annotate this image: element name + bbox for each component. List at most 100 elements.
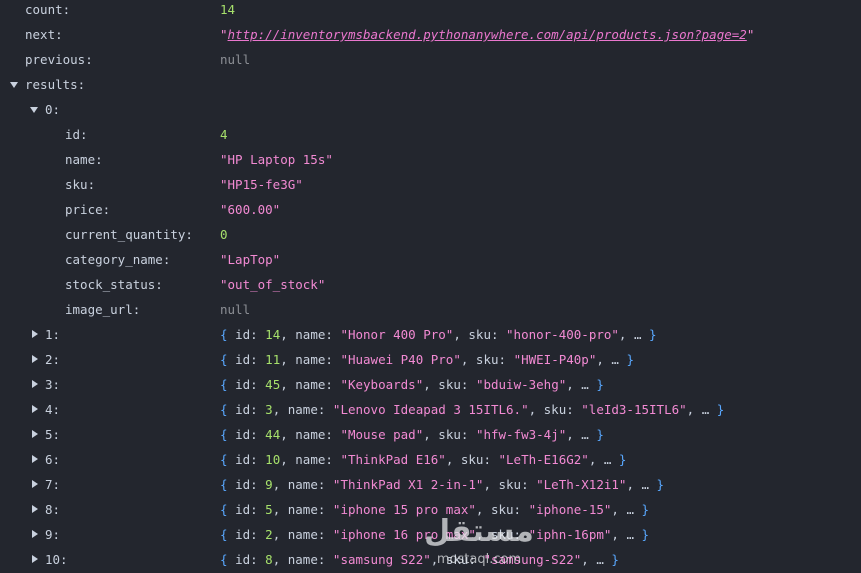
json-field-row: category_name: "LapTop" [0,247,861,272]
preview-token: "LeTh-X12i1" [536,477,627,492]
json-field-row: name: "HP Laptop 15s" [0,147,861,172]
expand-arrow-icon[interactable] [32,480,38,488]
expand-arrow-icon[interactable] [32,455,38,463]
preview-token: 8 [265,552,273,567]
preview-token: { [220,377,236,392]
json-preview: { id: 8, name: "samsung S22", sku: "sams… [220,547,619,572]
json-key: category_name: [65,252,171,267]
json-field-row: sku: "HP15-fe3G" [0,172,861,197]
preview-token: 9 [265,477,273,492]
preview-token: , name: [280,327,341,342]
json-row-collapsed-item[interactable]: 9: { id: 2, name: "iphone 16 pro max", sk… [0,522,861,547]
preview-token: "Lenovo Ideapad 3 15ITL6." [332,402,529,417]
json-row-previous: previous: null [0,47,861,72]
preview-token: "ThinkPad X1 2-in-1" [332,477,484,492]
preview-token: id: [235,352,266,367]
preview-token: { [220,352,236,367]
preview-token: "iphone 15 pro max" [332,502,476,517]
preview-token: } [596,427,604,442]
preview-token: , name: [280,427,341,442]
json-row-results[interactable]: results: [0,72,861,97]
expand-arrow-icon[interactable] [32,530,38,538]
json-key: count: [25,2,71,17]
preview-token: id: [235,552,266,567]
preview-token: "samsung-S22" [483,552,582,567]
json-field-row: price: "600.00" [0,197,861,222]
preview-token: "honor-400-pro" [506,327,619,342]
preview-token: { [220,402,236,417]
preview-token: , sku: [460,352,514,367]
expand-arrow-icon[interactable] [32,430,38,438]
expand-arrow-icon[interactable] [32,330,38,338]
json-key: stock_status: [65,277,163,292]
preview-token: , sku: [528,402,582,417]
preview-token: , sku: [475,527,529,542]
json-value: "600.00" [220,202,281,217]
json-preview: { id: 2, name: "iphone 16 pro max", sku:… [220,522,649,547]
preview-token: , sku: [483,477,537,492]
preview-token: "samsung S22" [332,552,431,567]
json-key: 6: [45,452,61,467]
preview-token: id: [235,527,266,542]
preview-token: 3 [265,402,273,417]
json-row-collapsed-item[interactable]: 5: { id: 44, name: "Mouse pad", sku: "hfw… [0,422,861,447]
preview-token: "iphone-15" [528,502,612,517]
preview-token: "LeTh-E16G2" [498,452,589,467]
json-key: 7: [45,477,61,492]
preview-token: , … [566,377,597,392]
json-key: 2: [45,352,61,367]
preview-token: 14 [265,327,281,342]
json-key: results: [25,77,86,92]
json-field-row: image_url: null [0,297,861,322]
json-row-collapsed-item[interactable]: 6: { id: 10, name: "ThinkPad E16", sku: "… [0,447,861,472]
expand-arrow-icon[interactable] [32,555,38,563]
json-key: 1: [45,327,61,342]
json-row-collapsed-item[interactable]: 1: { id: 14, name: "Honor 400 Pro", sku: … [0,322,861,347]
expand-arrow-icon[interactable] [32,405,38,413]
preview-token: } [641,527,650,542]
preview-token: "HWEI-P40p" [513,352,597,367]
json-row-collapsed-item[interactable]: 2: { id: 11, name: "Huawei P40 Pro", sku:… [0,347,861,372]
json-key: 3: [45,377,61,392]
next-page-link[interactable]: http://inventorymsbackend.pythonanywhere… [228,27,747,42]
json-row-item-0[interactable]: 0: [0,97,861,122]
preview-token: id: [235,477,266,492]
preview-token: , name: [272,477,333,492]
preview-token: , … [618,327,650,342]
preview-token: 5 [265,502,273,517]
json-preview: { id: 10, name: "ThinkPad E16", sku: "Le… [220,447,626,472]
json-row-collapsed-item[interactable]: 7: { id: 9, name: "ThinkPad X1 2-in-1", s… [0,472,861,497]
json-row-collapsed-item[interactable]: 10: { id: 8, name: "samsung S22", sku: "s… [0,547,861,572]
expand-arrow-icon[interactable] [32,380,38,388]
json-preview: { id: 45, name: "Keyboards", sku: "bduiw… [220,372,604,397]
preview-token: id: [235,502,266,517]
preview-token: , sku: [430,552,484,567]
preview-token: "Honor 400 Pro" [340,327,454,342]
expand-arrow-icon[interactable] [32,505,38,513]
json-row-collapsed-item[interactable]: 4: { id: 3, name: "Lenovo Ideapad 3 15ITL… [0,397,861,422]
preview-token: , … [581,552,612,567]
preview-token: { [220,452,236,467]
json-row-collapsed-item[interactable]: 3: { id: 45, name: "Keyboards", sku: "bdu… [0,372,861,397]
preview-token: , … [596,352,627,367]
preview-token: 10 [265,452,281,467]
collapse-arrow-icon[interactable] [30,107,38,113]
json-row-collapsed-item[interactable]: 8: { id: 5, name: "iphone 15 pro max", sk… [0,497,861,522]
preview-token: , name: [272,502,333,517]
collapse-arrow-icon[interactable] [10,82,18,88]
json-value: "http://inventorymsbackend.pythonanywher… [220,27,755,42]
expand-arrow-icon[interactable] [32,355,38,363]
preview-token: } [618,452,627,467]
json-key: previous: [25,52,93,67]
preview-token: , name: [280,352,341,367]
preview-token: id: [235,452,266,467]
json-key: 5: [45,427,61,442]
json-key: 9: [45,527,61,542]
json-preview: { id: 9, name: "ThinkPad X1 2-in-1", sku… [220,472,664,497]
preview-token: id: [235,402,266,417]
preview-token: { [220,527,236,542]
preview-token: "ThinkPad E16" [340,452,446,467]
json-field-row: current_quantity: 0 [0,222,861,247]
json-row-count: count: 14 [0,0,861,22]
json-value: 14 [220,2,236,17]
